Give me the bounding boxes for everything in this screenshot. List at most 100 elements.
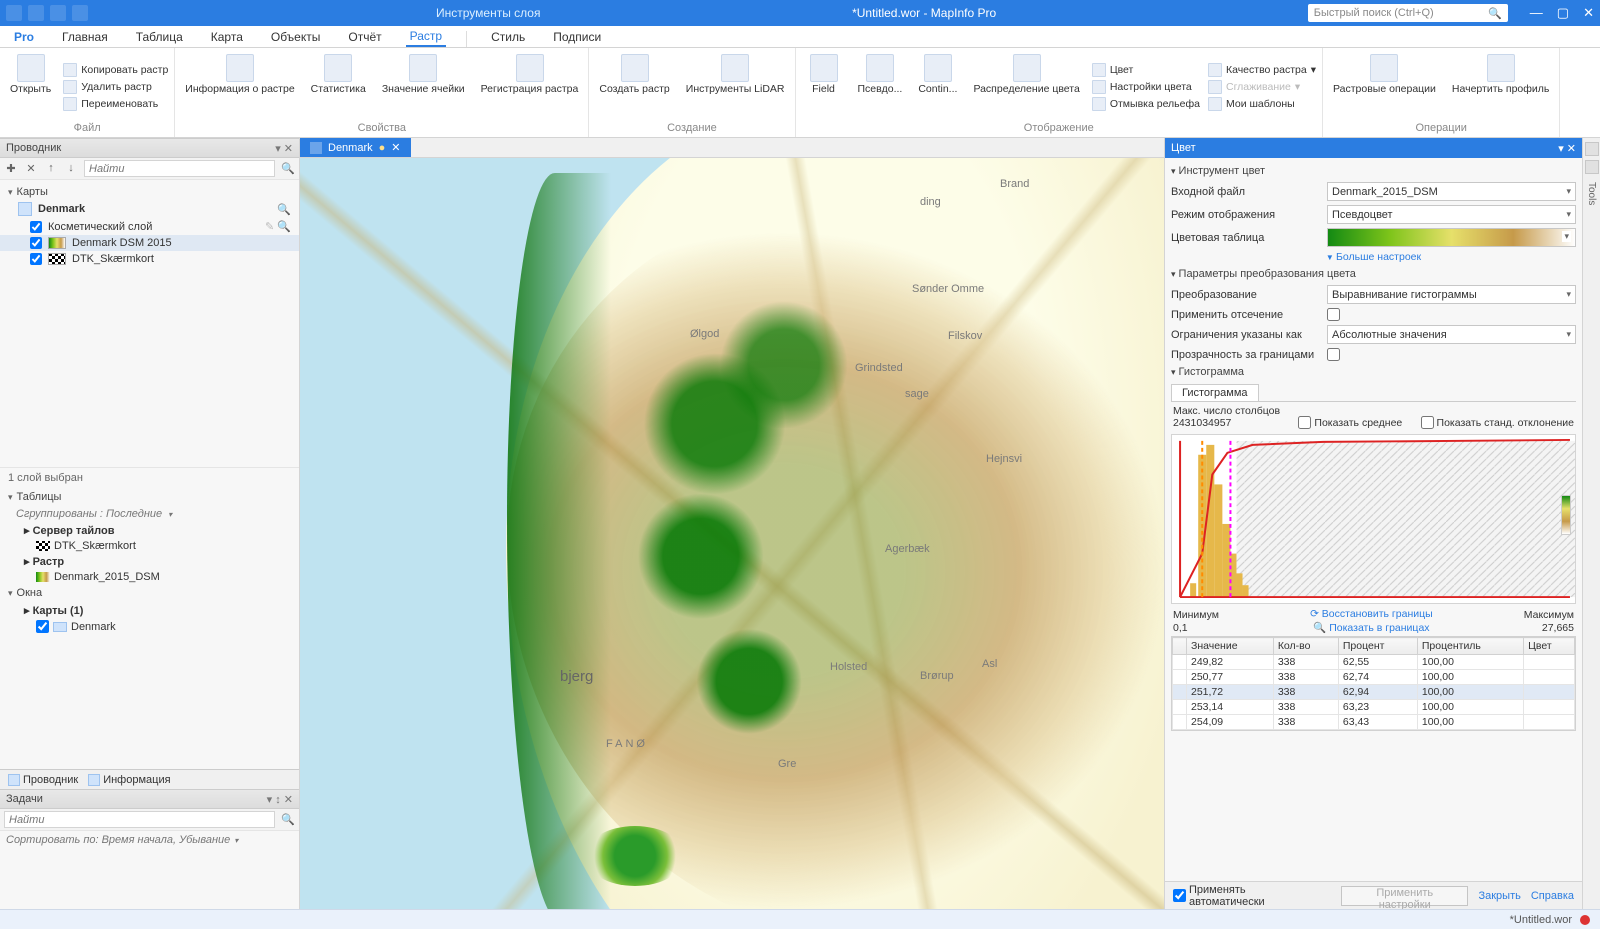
layer-tools-icon[interactable]: ✎ 🔍 (265, 220, 291, 233)
leaf-raster-item[interactable]: Denmark_2015_DSM (0, 570, 299, 584)
more-settings-link[interactable]: Больше настроек (1171, 249, 1576, 265)
statistics-button[interactable]: Статистика (307, 51, 370, 122)
up-icon[interactable]: ↑ (44, 162, 58, 176)
map-canvas[interactable]: Ølgod Grindsted Sønder Omme Filskov Bran… (300, 158, 1164, 909)
table-row[interactable]: 249,8233862,55100,00 (1173, 655, 1575, 670)
histogram-tabs: Гистограмма (1171, 384, 1576, 402)
leaf-tileserver-item[interactable]: DTK_Skærmkort (0, 539, 299, 553)
add-icon[interactable]: ✚ (4, 162, 18, 176)
node-tileserver[interactable]: ▸ Сервер тайлов (0, 522, 299, 539)
tab-table[interactable]: Таблица (132, 26, 187, 47)
down-icon[interactable]: ↓ (64, 162, 78, 176)
tables-grouping[interactable]: Сгруппированы : Последние (0, 506, 299, 522)
tab-explorer[interactable]: Проводник (8, 774, 78, 786)
document-tab[interactable]: Denmark ● ✕ (300, 138, 411, 157)
raster-info-button[interactable]: Информация о растре (181, 51, 298, 122)
minimize-button[interactable]: — (1530, 5, 1543, 21)
section-windows[interactable]: Окна (0, 584, 299, 602)
search-icon[interactable]: 🔍 (281, 162, 295, 176)
tab-histogram[interactable]: Гистограмма (1171, 384, 1259, 401)
tab-labels[interactable]: Подписи (549, 26, 605, 47)
tab-style[interactable]: Стиль (487, 26, 529, 47)
my-templates-button[interactable]: Мои шаблоны (1208, 97, 1316, 111)
close-link[interactable]: Закрыть (1478, 890, 1520, 902)
transparency-checkbox[interactable] (1327, 348, 1340, 361)
close-button[interactable]: ✕ (1583, 5, 1594, 21)
node-maps-count[interactable]: ▸ Карты (1) (0, 602, 299, 619)
histogram-chart[interactable] (1171, 434, 1576, 604)
node-raster[interactable]: ▸ Растр (0, 553, 299, 570)
show-mean-checkbox[interactable] (1298, 416, 1311, 429)
rename-raster-button[interactable]: Переименовать (63, 97, 168, 111)
show-std-checkbox[interactable] (1421, 416, 1434, 429)
color-button[interactable]: Цвет (1092, 63, 1200, 77)
tab-pro[interactable]: Pro (10, 26, 38, 47)
tool-icon[interactable] (1585, 142, 1599, 156)
qat-icon[interactable] (28, 5, 44, 21)
pseudo-button[interactable]: Псевдо... (854, 51, 907, 122)
cell-value-button[interactable]: Значение ячейки (378, 51, 469, 122)
show-in-limits-link[interactable]: 🔍 Показать в границах (1313, 621, 1429, 634)
qat-icon[interactable] (50, 5, 66, 21)
section-color-tool[interactable]: Инструмент цвет (1171, 162, 1576, 180)
tab-objects[interactable]: Объекты (267, 26, 325, 47)
input-file-select[interactable]: Denmark_2015_DSM (1327, 182, 1576, 201)
apply-auto-checkbox[interactable] (1173, 889, 1186, 902)
clip-checkbox[interactable] (1327, 308, 1340, 321)
section-maps[interactable]: Карты (0, 184, 299, 200)
explorer-search-input[interactable] (84, 160, 275, 177)
layer-dtk[interactable]: DTK_Skærmkort (0, 251, 299, 267)
color-distribution-button[interactable]: Распределение цвета (969, 51, 1083, 122)
tab-report[interactable]: Отчёт (344, 26, 385, 47)
panel-options-icon[interactable]: ▾ ✕ (1558, 142, 1576, 155)
copy-raster-button[interactable]: Копировать растр (63, 63, 168, 77)
register-raster-button[interactable]: Регистрация растра (477, 51, 583, 122)
tab-home[interactable]: Главная (58, 26, 112, 47)
quick-search[interactable]: Быстрый поиск (Ctrl+Q) 🔍 (1308, 4, 1508, 22)
table-row[interactable]: 254,0933863,43100,00 (1173, 715, 1575, 730)
panel-options-icon[interactable]: ▾ ↕ ✕ (267, 793, 293, 806)
tasks-sort[interactable]: Сортировать по: Время начала, Убывание (0, 831, 299, 849)
remove-icon[interactable]: ✕ (24, 162, 38, 176)
table-row[interactable]: 253,1433863,23100,00 (1173, 700, 1575, 715)
close-tab-icon[interactable]: ✕ (391, 141, 400, 154)
leaf-window-item[interactable]: Denmark (0, 619, 299, 634)
open-button[interactable]: Открыть (6, 51, 55, 122)
field-button[interactable]: Field (802, 51, 846, 122)
table-row[interactable]: 250,7733862,74100,00 (1173, 670, 1575, 685)
layer-dsm[interactable]: Denmark DSM 2015 (0, 235, 299, 251)
map-node[interactable]: Denmark🔍 (0, 200, 299, 218)
raster-quality-button[interactable]: Качество растра ▾ (1208, 63, 1316, 77)
delete-raster-button[interactable]: Удалить растр (63, 80, 168, 94)
draw-profile-button[interactable]: Начертить профиль (1448, 51, 1553, 122)
tool-icon[interactable] (1585, 160, 1599, 174)
lidar-tools-button[interactable]: Инструменты LiDAR (682, 51, 789, 122)
limits-as-select[interactable]: Абсолютные значения (1327, 325, 1576, 344)
section-color-transform[interactable]: Параметры преобразования цвета (1171, 265, 1576, 283)
tab-map[interactable]: Карта (207, 26, 247, 47)
transform-select[interactable]: Выравнивание гистограммы (1327, 285, 1576, 304)
section-histogram[interactable]: Гистограмма (1171, 363, 1576, 381)
color-settings-button[interactable]: Настройки цвета (1092, 80, 1200, 94)
map-zoom-icon[interactable]: 🔍 (277, 203, 291, 216)
color-table-select[interactable] (1327, 228, 1576, 247)
maximize-button[interactable]: ▢ (1557, 5, 1569, 21)
raster-ops-button[interactable]: Растровые операции (1329, 51, 1440, 122)
panel-options-icon[interactable]: ▾ ✕ (275, 142, 293, 155)
qat-icon[interactable] (6, 5, 22, 21)
table-row[interactable]: 251,7233862,94100,00 (1173, 685, 1575, 700)
tasks-search-input[interactable] (4, 811, 275, 828)
color-data-table[interactable]: Значение Кол-во Процент Процентиль Цвет … (1171, 636, 1576, 731)
qat-icon[interactable] (72, 5, 88, 21)
section-tables[interactable]: Таблицы (0, 488, 299, 506)
continuous-button[interactable]: Contin... (914, 51, 961, 122)
display-mode-select[interactable]: Псевдоцвет (1327, 205, 1576, 224)
help-link[interactable]: Справка (1531, 890, 1574, 902)
search-icon[interactable]: 🔍 (281, 813, 295, 827)
tab-info[interactable]: Информация (88, 774, 170, 786)
restore-limits-link[interactable]: ⟳ Восстановить границы (1310, 608, 1433, 620)
layer-cosmetic[interactable]: Косметический слой✎ 🔍 (0, 218, 299, 235)
hillshade-button[interactable]: Отмывка рельефа (1092, 97, 1200, 111)
create-raster-button[interactable]: Создать растр (595, 51, 673, 122)
tab-raster[interactable]: Растр (406, 26, 446, 47)
